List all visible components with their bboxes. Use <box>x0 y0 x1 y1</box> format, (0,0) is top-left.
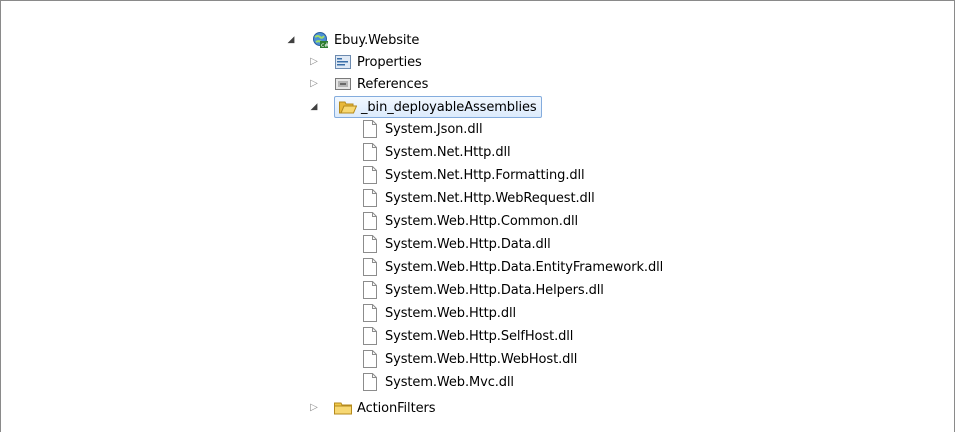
open-folder-icon <box>339 98 357 116</box>
selected-node-highlight[interactable]: _bin_deployableAssemblies <box>334 96 542 118</box>
tree-node-label: Ebuy.Website <box>334 32 420 48</box>
file-label: System.Web.Http.Data.dll <box>385 236 551 252</box>
file-label: System.Net.Http.Formatting.dll <box>385 167 585 183</box>
file-node[interactable]: System.Web.Http.SelfHost.dll <box>361 325 573 347</box>
file-node[interactable]: System.Web.Mvc.dll <box>361 371 514 393</box>
file-node[interactable]: System.Json.dll <box>361 118 483 140</box>
collapsed-arrow-icon[interactable]: ▷ <box>309 79 319 89</box>
collapsed-arrow-icon[interactable]: ▷ <box>309 57 319 67</box>
dll-file-icon <box>361 258 379 276</box>
dll-file-icon <box>361 235 379 253</box>
expanded-arrow-icon[interactable]: ◢ <box>286 35 296 45</box>
file-label: System.Web.Http.Common.dll <box>385 213 578 229</box>
references-icon <box>334 75 352 93</box>
file-node[interactable]: System.Web.Http.dll <box>361 302 516 324</box>
dll-file-icon <box>361 304 379 322</box>
folder-icon <box>334 399 352 417</box>
file-label: System.Web.Http.Data.Helpers.dll <box>385 282 604 298</box>
file-label: System.Web.Mvc.dll <box>385 374 514 390</box>
tree-node-properties[interactable]: ▷ Properties <box>309 51 422 73</box>
tree-node-root[interactable]: ◢ c# Ebuy.Website <box>286 29 419 51</box>
dll-file-icon <box>361 327 379 345</box>
file-label: System.Web.Http.Data.EntityFramework.dll <box>385 259 664 275</box>
file-node[interactable]: System.Web.Http.Data.dll <box>361 233 551 255</box>
file-label: System.Web.Http.WebHost.dll <box>385 351 578 367</box>
tree-node-actionfilters[interactable]: ▷ ActionFilters <box>309 397 435 419</box>
file-label: System.Web.Http.SelfHost.dll <box>385 328 574 344</box>
dll-file-icon <box>361 373 379 391</box>
file-node[interactable]: System.Web.Http.Data.Helpers.dll <box>361 279 604 301</box>
collapsed-arrow-icon[interactable]: ▷ <box>309 403 319 413</box>
file-label: System.Net.Http.dll <box>385 144 511 160</box>
web-project-icon: c# <box>311 31 329 49</box>
dll-file-icon <box>361 212 379 230</box>
file-label: System.Json.dll <box>385 121 483 137</box>
file-label: System.Net.Http.WebRequest.dll <box>385 190 595 206</box>
file-node[interactable]: System.Net.Http.WebRequest.dll <box>361 187 595 209</box>
file-label: System.Web.Http.dll <box>385 305 517 321</box>
dll-file-icon <box>361 350 379 368</box>
properties-icon <box>334 53 352 71</box>
file-node[interactable]: System.Web.Http.Common.dll <box>361 210 578 232</box>
dll-file-icon <box>361 166 379 184</box>
solution-tree: ◢ c# Ebuy.Website ▷ Properties ▷ Referen… <box>0 0 957 432</box>
file-node[interactable]: System.Net.Http.dll <box>361 141 511 163</box>
tree-node-label: _bin_deployableAssemblies <box>361 99 537 115</box>
dll-file-icon <box>361 143 379 161</box>
file-node[interactable]: System.Web.Http.Data.EntityFramework.dll <box>361 256 663 278</box>
dll-file-icon <box>361 120 379 138</box>
file-node[interactable]: System.Web.Http.WebHost.dll <box>361 348 577 370</box>
svg-text:c#: c# <box>321 42 329 49</box>
tree-node-bin-deployable-assemblies[interactable]: ◢ _bin_deployableAssemblies <box>309 96 542 118</box>
dll-file-icon <box>361 189 379 207</box>
expanded-arrow-icon[interactable]: ◢ <box>309 102 319 112</box>
tree-node-label: References <box>357 76 429 92</box>
dll-file-icon <box>361 281 379 299</box>
tree-node-references[interactable]: ▷ References <box>309 73 428 95</box>
tree-node-label: Properties <box>357 54 422 70</box>
file-node[interactable]: System.Net.Http.Formatting.dll <box>361 164 585 186</box>
tree-node-label: ActionFilters <box>357 400 436 416</box>
